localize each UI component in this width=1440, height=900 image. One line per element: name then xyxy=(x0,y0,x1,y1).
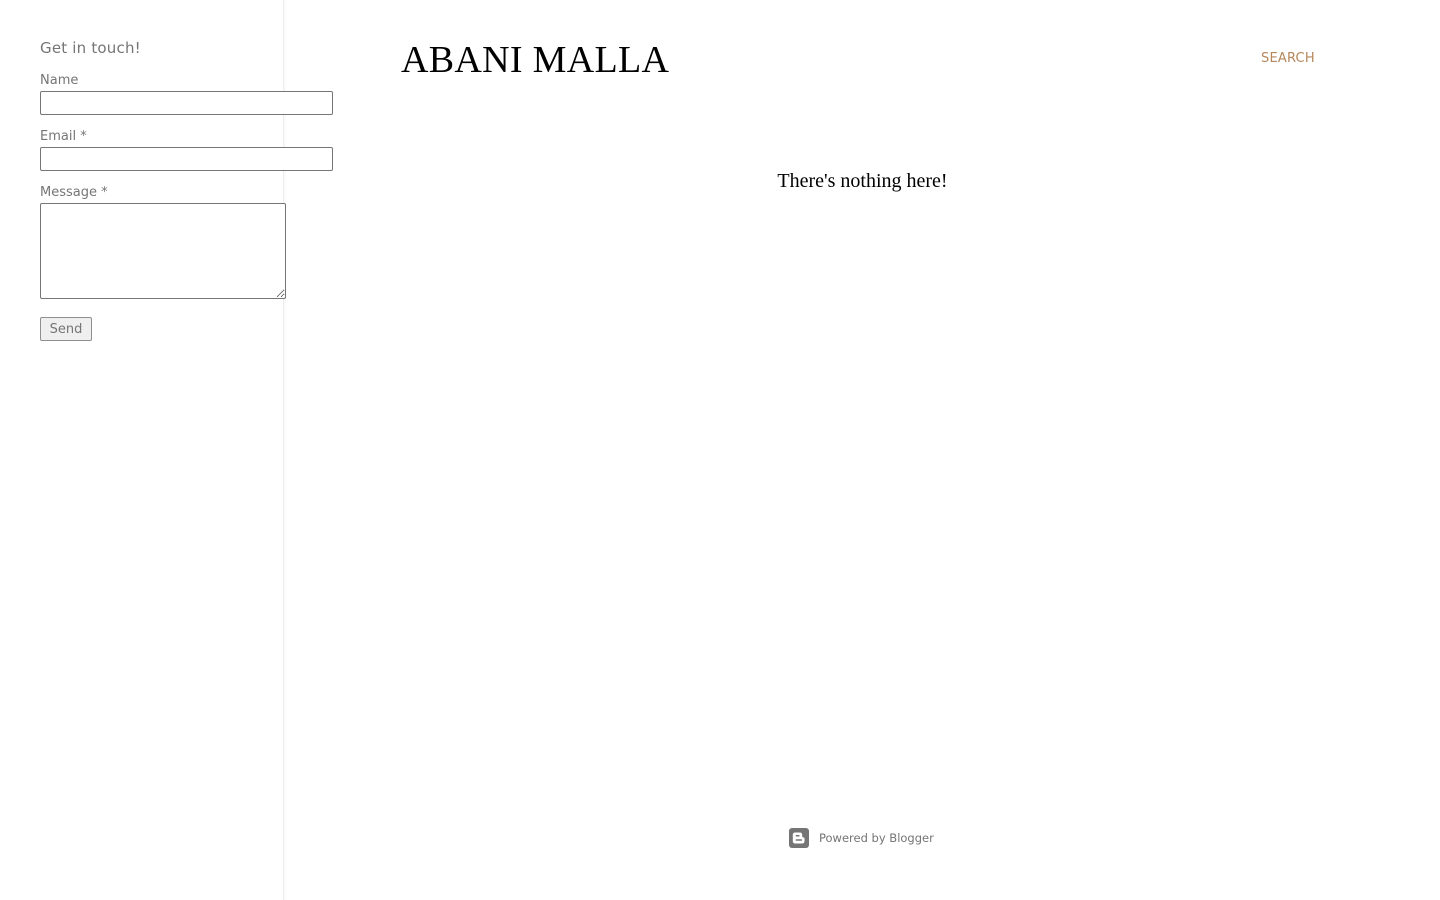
search-button[interactable]: SEARCH xyxy=(1261,51,1315,66)
email-field[interactable] xyxy=(40,147,333,171)
blog-title[interactable]: ABANI MALLA xyxy=(401,38,669,82)
empty-posts-message: There's nothing here! xyxy=(777,170,948,192)
contact-sidebar: Get in touch! Name Email * Message * Sen… xyxy=(0,0,333,900)
name-label: Name xyxy=(40,73,79,88)
message-label: Message * xyxy=(40,185,108,200)
powered-by-blogger-link[interactable]: Powered by Blogger xyxy=(789,827,934,849)
send-button[interactable]: Send xyxy=(40,317,92,341)
blogger-icon xyxy=(789,828,809,848)
powered-by-text: Powered by Blogger xyxy=(819,831,934,845)
name-field[interactable] xyxy=(40,91,333,115)
email-label: Email * xyxy=(40,129,87,144)
contact-form-title: Get in touch! xyxy=(40,39,141,57)
message-field[interactable] xyxy=(40,203,286,299)
